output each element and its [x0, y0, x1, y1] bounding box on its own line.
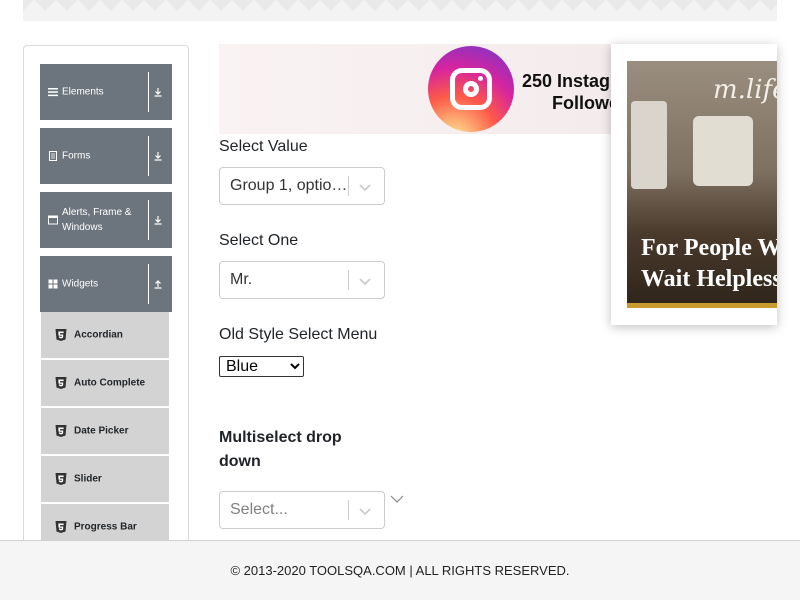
- ad-photo-log: [631, 101, 667, 189]
- ad-photo-log: [693, 116, 753, 186]
- old-style-select-label: Old Style Select Menu: [219, 326, 378, 343]
- select-one-dropdown[interactable]: Mr.: [219, 261, 385, 299]
- group-widgets[interactable]: Widgets: [40, 256, 172, 312]
- sidebar-item-label: Auto Complete: [74, 377, 146, 389]
- chevron-down-icon[interactable]: [357, 503, 373, 519]
- sidebar-item-label: Accordian: [74, 329, 123, 341]
- chevron-down-icon[interactable]: [357, 273, 373, 289]
- sidebar-item-label: Progress Bar: [74, 521, 137, 533]
- dropdown-separator: [348, 500, 349, 520]
- select-value-label: Select Value: [219, 138, 308, 155]
- group-elements[interactable]: Elements: [40, 64, 172, 120]
- download-arrow-icon: [154, 216, 162, 225]
- dropdown-separator: [348, 176, 349, 196]
- ad-headline-line1: For People W: [641, 235, 777, 261]
- list-icon: [48, 88, 58, 97]
- sidebar-item-slider[interactable]: Slider: [41, 456, 169, 502]
- multiselect-label: Multiselect drop down: [219, 429, 342, 470]
- multiselect-dropdown[interactable]: Select...: [219, 491, 385, 529]
- sidebar-item-date-picker[interactable]: Date Picker: [41, 408, 169, 454]
- sidebar-item-label: Slider: [74, 473, 102, 485]
- download-arrow-icon: [154, 88, 162, 97]
- sidebar-item-accordian[interactable]: Accordian: [41, 312, 169, 358]
- group-label: Forms: [62, 150, 91, 162]
- group-divider: [148, 136, 149, 176]
- ad-headline: For People W Wait Helplessl: [641, 233, 777, 295]
- footer-copyright: © 2013-2020 TOOLSQA.COM | ALL RIGHTS RES…: [230, 563, 570, 578]
- group-divider: [148, 72, 149, 112]
- html5-icon: [55, 473, 67, 485]
- top-banner: [23, 0, 777, 21]
- grid-icon: [48, 279, 58, 289]
- html5-icon: [55, 329, 67, 341]
- group-divider: [148, 200, 149, 240]
- footer: © 2013-2020 TOOLSQA.COM | ALL RIGHTS RES…: [0, 540, 800, 600]
- group-alerts-frame-windows[interactable]: Alerts, Frame & Windows: [40, 192, 172, 248]
- ad-photo: m.life For People W Wait Helplessl: [627, 61, 777, 308]
- group-label: Widgets: [62, 278, 99, 290]
- download-arrow-icon: [154, 152, 162, 161]
- select-one-label: Select One: [219, 232, 299, 249]
- side-ad[interactable]: m.life For People W Wait Helplessl: [611, 44, 777, 325]
- group-label: Alerts, Frame & Windows: [62, 207, 132, 233]
- html5-icon: [55, 425, 67, 437]
- ad-headline-line2: Wait Helplessl: [641, 266, 777, 292]
- ad-photo-script: m.life: [713, 75, 777, 105]
- dropdown-separator: [348, 270, 349, 290]
- multiselect-placeholder: Select...: [230, 501, 288, 518]
- group-divider: [148, 264, 149, 304]
- group-label: Elements: [62, 86, 104, 98]
- upload-arrow-icon: [154, 280, 162, 289]
- instagram-icon: [428, 46, 514, 132]
- chevron-down-icon[interactable]: [390, 492, 404, 506]
- instagram-ad-banner[interactable]: 250 Instag Followe: [219, 44, 611, 134]
- instagram-ad-line1: 250 Instag: [522, 71, 611, 91]
- window-icon: [48, 215, 58, 225]
- select-value-current: Group 1, option 1: [230, 177, 348, 194]
- document-icon: [49, 151, 57, 161]
- select-one-current: Mr.: [230, 271, 253, 288]
- old-style-select[interactable]: Blue: [219, 356, 304, 377]
- sidebar-item-label: Date Picker: [74, 425, 129, 437]
- sidebar-item-auto-complete[interactable]: Auto Complete: [41, 360, 169, 406]
- html5-icon: [55, 521, 67, 533]
- chevron-down-icon[interactable]: [357, 179, 373, 195]
- sidebar: Elements Forms Alerts, Frame & Windows W…: [23, 45, 189, 565]
- ad-accent-bar: [627, 303, 777, 308]
- instagram-ad-line2: Followe: [552, 93, 611, 113]
- select-value-dropdown[interactable]: Group 1, option 1: [219, 167, 385, 205]
- group-forms[interactable]: Forms: [40, 128, 172, 184]
- instagram-ad-text: 250 Instag Followe: [522, 70, 611, 114]
- html5-icon: [55, 377, 67, 389]
